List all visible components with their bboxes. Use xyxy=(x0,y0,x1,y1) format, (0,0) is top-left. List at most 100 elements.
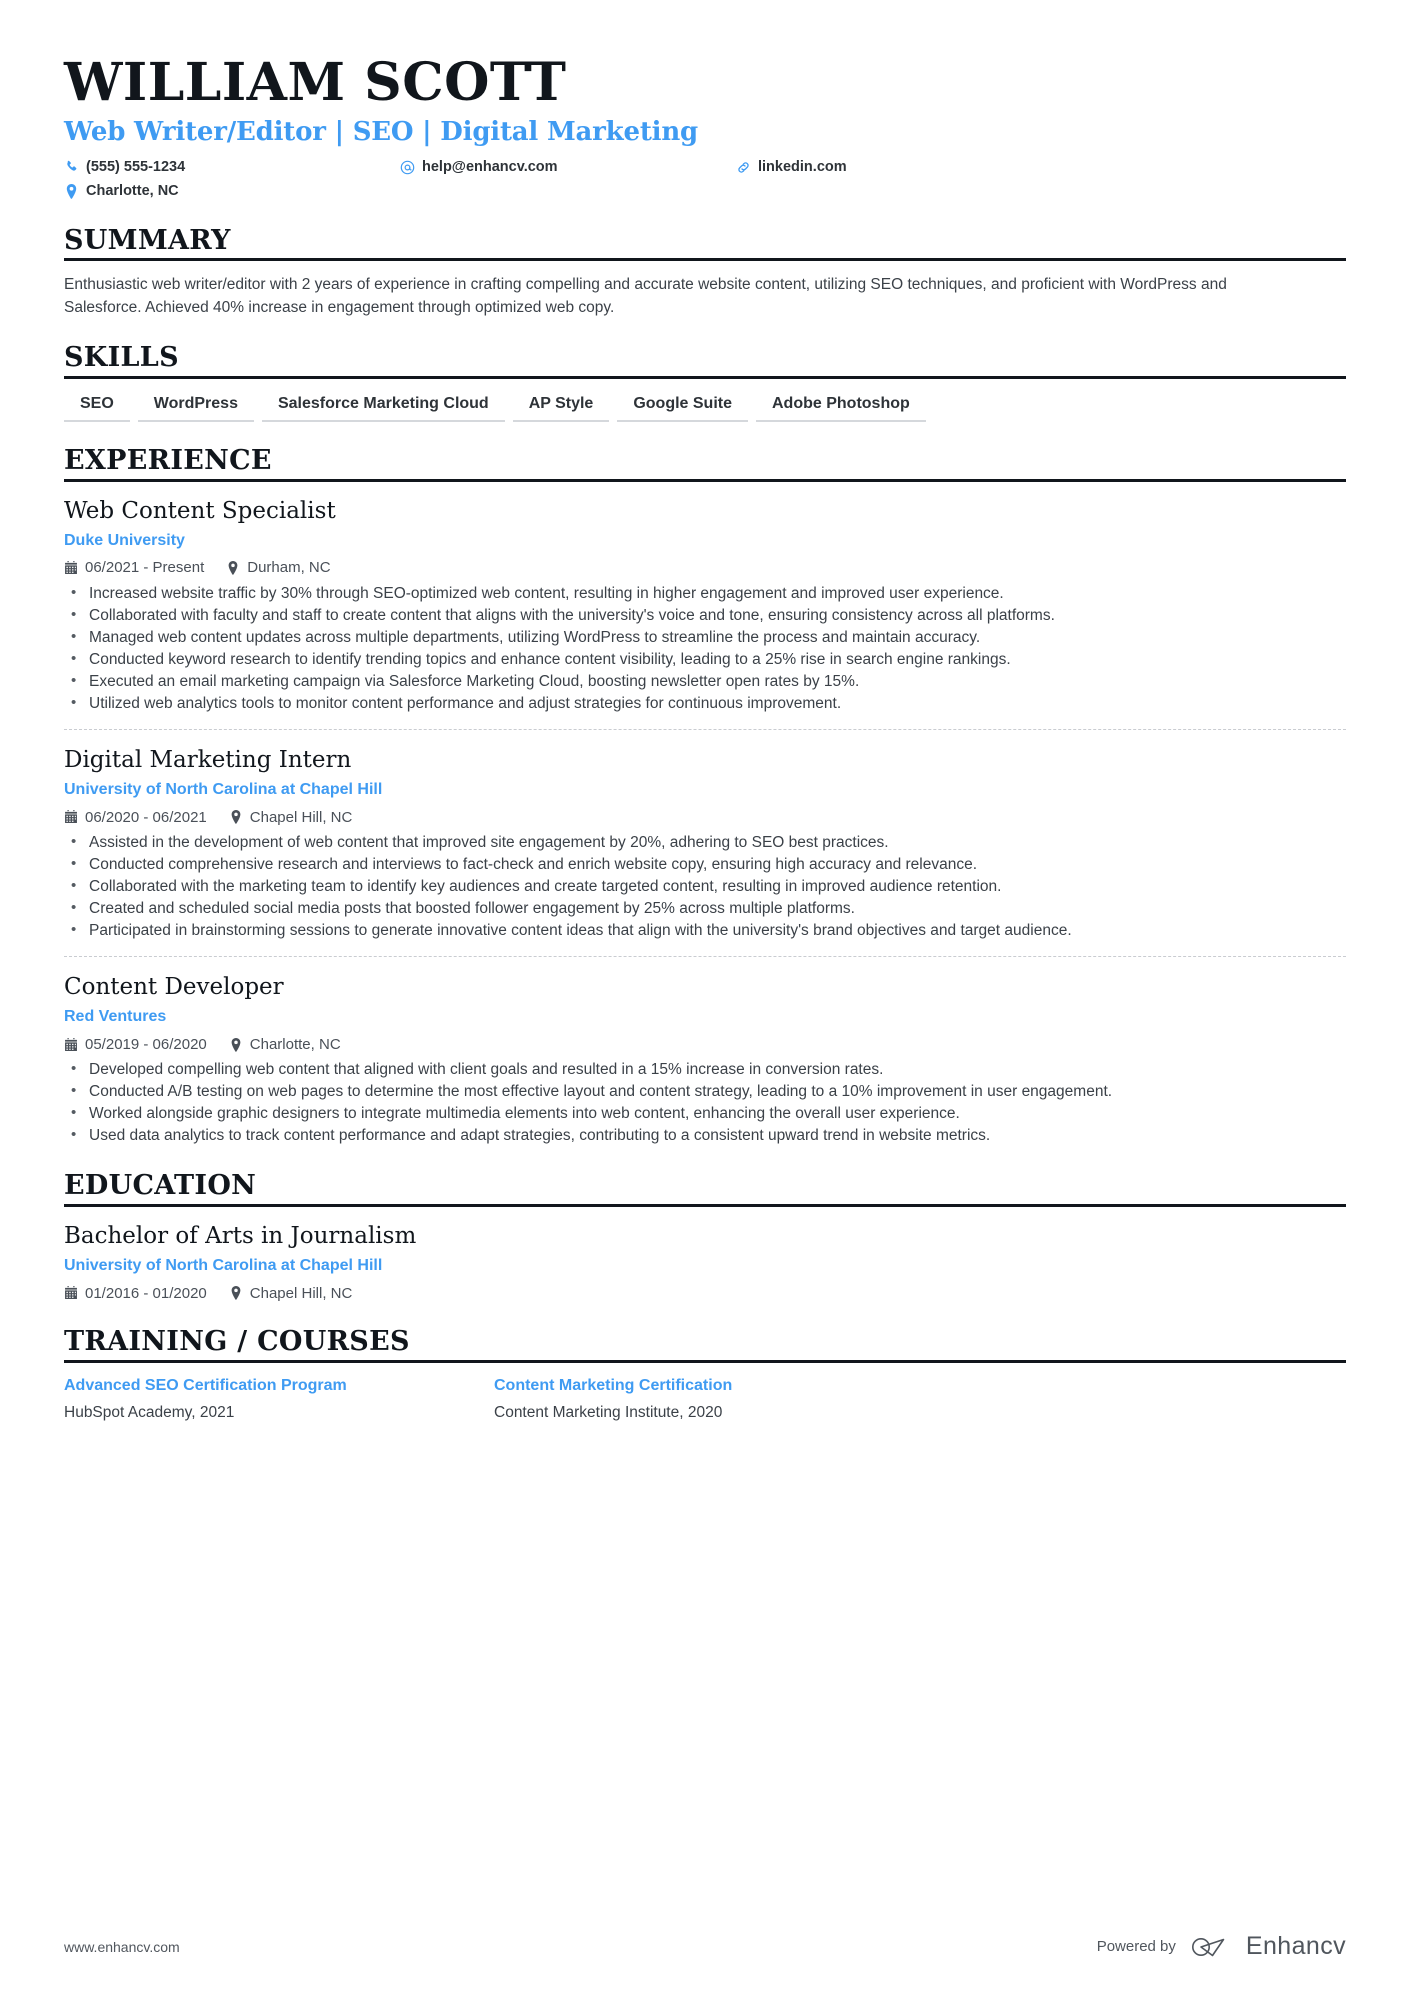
location-icon xyxy=(229,1037,243,1052)
experience-entry: Web Content Specialist Duke University 06/… xyxy=(64,495,1346,715)
skill-item: SEO xyxy=(64,392,130,423)
section-experience: EXPERIENCE Web Content Specialist Duke Un… xyxy=(64,446,1346,1147)
professional-headline: Web Writer/Editor | SEO | Digital Market… xyxy=(64,117,699,148)
powered-by-label: Powered by xyxy=(1096,1938,1176,1955)
bullet-item: Collaborated with faculty and staff to c… xyxy=(64,604,1264,627)
course-name[interactable]: Content Marketing Certification xyxy=(494,1376,1346,1397)
resume-header: WILLIAM SCOTT Web Writer/Editor | SEO | … xyxy=(64,55,1346,202)
experience-role: Web Content Specialist xyxy=(64,497,336,524)
entry-location-text: Durham, NC xyxy=(247,559,331,577)
contact-email-text: help@enhancv.com xyxy=(422,158,558,175)
enhancv-logo: Enhancv xyxy=(1190,1934,1346,1959)
entry-location: Durham, NC xyxy=(226,558,331,578)
footer-branding: Powered by Enhancv xyxy=(1097,1934,1346,1959)
entry-location: Chapel Hill, NC xyxy=(229,808,353,828)
bullet-item: Conducted comprehensive research and int… xyxy=(64,853,1264,876)
entry-meta: 06/2020 - 06/2021 Chapel Hill, NC xyxy=(64,808,1346,828)
calendar-icon xyxy=(64,561,78,575)
contact-location-text: Charlotte, NC xyxy=(86,183,179,200)
entry-location: Chapel Hill, NC xyxy=(229,1284,353,1304)
bullet-item: Participated in brainstorming sessions t… xyxy=(64,919,1264,942)
skill-item: Adobe Photoshop xyxy=(756,392,926,423)
location-icon xyxy=(229,1286,243,1301)
skill-item: Salesforce Marketing Cloud xyxy=(261,392,505,423)
contact-linkedin[interactable]: linkedin.com xyxy=(736,158,1346,178)
entry-location-text: Chapel Hill, NC xyxy=(249,1284,353,1302)
location-icon xyxy=(226,561,240,576)
calendar-icon xyxy=(64,1037,78,1052)
footer-website-url[interactable]: www.enhancv.com xyxy=(64,1939,180,1955)
page-footer: www.enhancv.com Powered by Enhancv xyxy=(64,1934,1346,1959)
entry-dates-text: 05/2019 - 06/2020 xyxy=(85,1035,207,1053)
entry-dates: 05/2019 - 06/2020 xyxy=(64,1035,207,1055)
bullet-item: Developed compelling web content that al… xyxy=(64,1058,1264,1081)
course-provider: Content Marketing Institute, 2020 xyxy=(494,1403,723,1421)
section-training: TRAINING / COURSES Advanced SEO Certific… xyxy=(64,1327,1346,1423)
entry-dates-text: 06/2021 - Present xyxy=(85,559,205,577)
contact-location: Charlotte, NC xyxy=(64,182,400,202)
skills-list: SEO WordPress Salesforce Marketing Cloud AP… xyxy=(64,392,1346,423)
skill-item: AP Style xyxy=(512,392,610,423)
entry-dates-text: 01/2016 - 01/2020 xyxy=(85,1284,207,1302)
skill-item: WordPress xyxy=(137,392,254,423)
experience-bullets: Assisted in the development of web conte… xyxy=(64,831,1346,942)
entry-location: Charlotte, NC xyxy=(229,1035,341,1055)
contact-email[interactable]: help@enhancv.com xyxy=(400,158,736,178)
course-entry: Advanced SEO Certification Program HubSpo… xyxy=(64,1376,494,1424)
bullet-item: Collaborated with the marketing team to … xyxy=(64,875,1264,898)
bullet-item: Used data analytics to track content per… xyxy=(64,1124,1264,1147)
contact-phone-text: (555) 555-1234 xyxy=(86,158,186,175)
section-summary: SUMMARY Enthusiastic web writer/editor w… xyxy=(64,226,1346,320)
bullet-item: Conducted keyword research to identify t… xyxy=(64,648,1264,671)
bullet-item: Worked alongside graphic designers to in… xyxy=(64,1102,1264,1125)
bullet-item: Increased website traffic by 30% through… xyxy=(64,582,1264,605)
experience-entry: Digital Marketing Intern University of No… xyxy=(64,728,1346,942)
entry-meta: 01/2016 - 01/2020 Chapel Hill, NC xyxy=(64,1284,1346,1304)
skill-item: Google Suite xyxy=(617,392,748,423)
entry-meta: 06/2021 - Present Durham, NC xyxy=(64,558,1346,578)
section-skills: SKILLS SEO WordPress Salesforce Marketing … xyxy=(64,343,1346,423)
experience-role: Digital Marketing Intern xyxy=(64,746,352,773)
experience-bullets: Increased website traffic by 30% through… xyxy=(64,582,1346,715)
course-provider: HubSpot Academy, 2021 xyxy=(64,1403,235,1421)
bullet-item: Managed web content updates across multi… xyxy=(64,626,1264,649)
entry-meta: 05/2019 - 06/2020 Charlotte, NC xyxy=(64,1035,1346,1055)
enhancv-wordmark: Enhancv xyxy=(1245,1932,1346,1960)
section-heading-training: TRAINING / COURSES xyxy=(64,1327,1346,1363)
entry-location-text: Chapel Hill, NC xyxy=(249,808,353,826)
location-icon xyxy=(229,810,243,825)
enhancv-mark-icon xyxy=(1191,1937,1225,1956)
bullet-item: Assisted in the development of web conte… xyxy=(64,831,1264,854)
contact-phone[interactable]: (555) 555-1234 xyxy=(64,158,400,178)
section-heading-experience: EXPERIENCE xyxy=(64,446,1346,482)
section-heading-skills: SKILLS xyxy=(64,343,1346,380)
contact-linkedin-text: linkedin.com xyxy=(758,158,847,175)
experience-company[interactable]: University of North Carolina at Chapel H… xyxy=(64,780,1346,801)
education-degree: Bachelor of Arts in Journalism xyxy=(64,1222,417,1249)
entry-dates: 06/2021 - Present xyxy=(64,558,204,578)
entry-location-text: Charlotte, NC xyxy=(249,1035,341,1053)
summary-text: Enthusiastic web writer/editor with 2 ye… xyxy=(64,276,1227,316)
education-entry: Bachelor of Arts in Journalism University… xyxy=(64,1220,1346,1303)
entry-dates: 01/2016 - 01/2020 xyxy=(64,1284,207,1304)
bullet-item: Executed an email marketing campaign via… xyxy=(64,670,1264,693)
education-school[interactable]: University of North Carolina at Chapel H… xyxy=(64,1256,1346,1277)
location-icon xyxy=(64,184,79,200)
section-heading-education: EDUCATION xyxy=(64,1171,1346,1207)
courses-list: Advanced SEO Certification Program HubSpo… xyxy=(64,1376,1346,1424)
bullet-item: Created and scheduled social media posts… xyxy=(64,897,1264,920)
experience-company[interactable]: Red Ventures xyxy=(64,1007,1346,1028)
bullet-item: Conducted A/B testing on web pages to de… xyxy=(64,1080,1264,1103)
page-title: WILLIAM SCOTT xyxy=(64,52,567,113)
link-icon xyxy=(736,160,751,175)
resume-page: WILLIAM SCOTT Web Writer/Editor | SEO | … xyxy=(0,0,1410,1995)
experience-role: Content Developer xyxy=(64,974,284,1001)
experience-list: Web Content Specialist Duke University 06/… xyxy=(64,495,1346,1148)
experience-company[interactable]: Duke University xyxy=(64,531,1346,552)
course-entry: Content Marketing Certification Content M… xyxy=(494,1376,1346,1424)
course-name[interactable]: Advanced SEO Certification Program xyxy=(64,1376,494,1397)
contact-details: (555) 555-1234 help@enhancv.com linkedin… xyxy=(64,158,1346,202)
calendar-icon xyxy=(64,810,78,824)
email-icon xyxy=(400,160,415,175)
section-education: EDUCATION Bachelor of Arts in Journalism… xyxy=(64,1171,1346,1303)
